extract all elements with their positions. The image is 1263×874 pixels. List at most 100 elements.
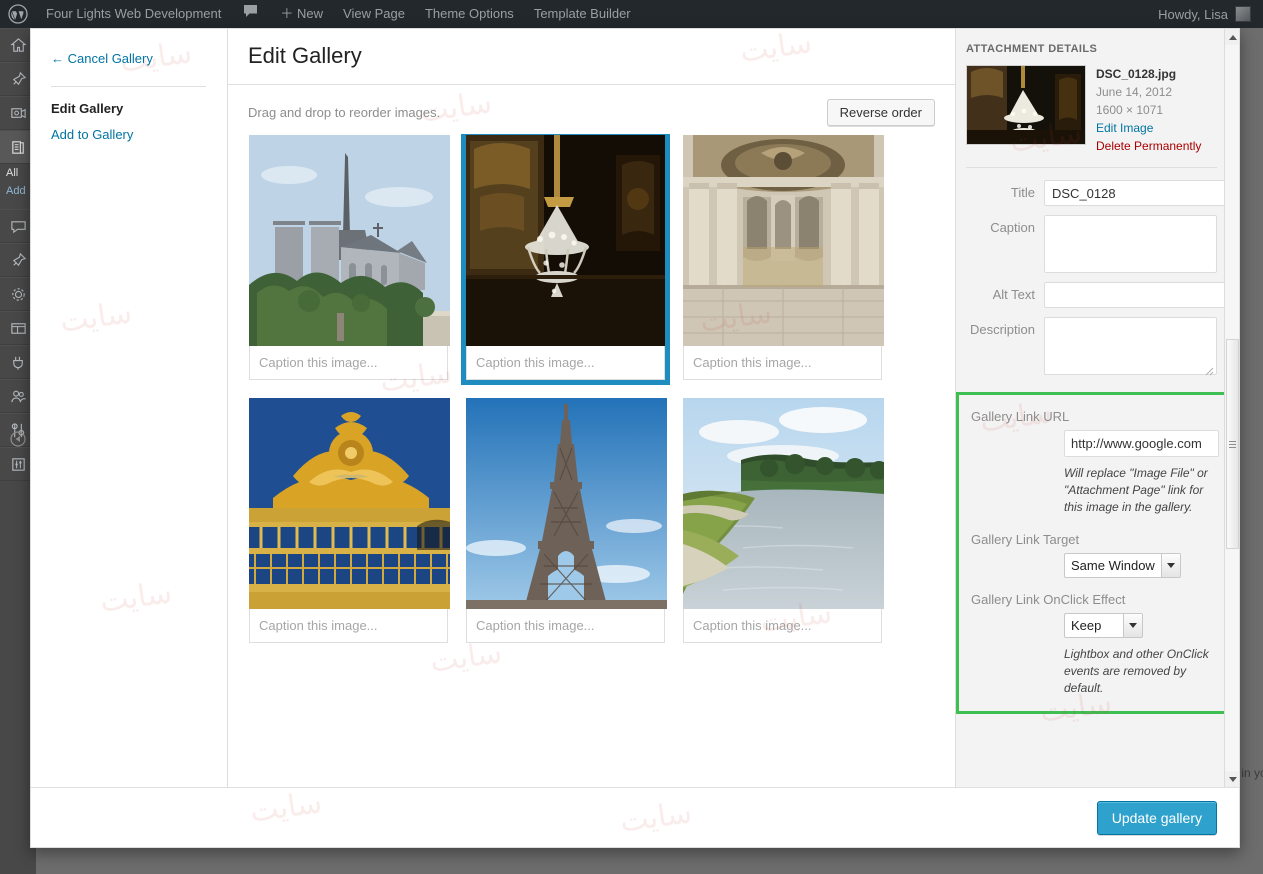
add-to-gallery-link[interactable]: Add to Gallery [51, 127, 227, 142]
gallery-item-versailles-chandelier[interactable]: Caption this image... [465, 134, 666, 381]
description-textarea[interactable] [1044, 317, 1217, 375]
users-icon [10, 388, 27, 405]
title-field-row: Title [966, 180, 1217, 206]
adminbar-new-button[interactable]: ＋ New [270, 0, 333, 28]
gallery-link-options-highlight: Gallery Link URL Will replace "Image Fil… [956, 392, 1239, 714]
admin-bar: Four Lights Web Development ＋ New View P… [0, 0, 1263, 28]
scrollbar-thumb[interactable] [1226, 339, 1239, 549]
scrollbar-grip-icon [1229, 439, 1236, 450]
thumbnail-image [683, 398, 884, 609]
gallery-item-eiffel-tower[interactable]: Caption this image... [465, 397, 666, 644]
modal-footer: Update gallery [31, 787, 1239, 847]
pin-icon [10, 252, 27, 269]
gallery-link-onclick-select[interactable]: Keep [1064, 613, 1143, 638]
gallery-item-notre-dame-cathedral[interactable]: Caption this image... [248, 134, 449, 381]
caption-textarea[interactable] [1044, 215, 1217, 273]
gallery-link-url-row [969, 430, 1214, 457]
caption-input[interactable]: Caption this image... [683, 609, 882, 643]
rail-heading-edit-gallery: Edit Gallery [51, 101, 227, 116]
pin-posts-icon [10, 71, 27, 88]
caption-input[interactable]: Caption this image... [249, 346, 448, 380]
reorder-hint: Drag and drop to reorder images. [248, 105, 440, 120]
gallery-link-target-select[interactable]: Same Window [1064, 553, 1181, 578]
thumbnail-image [466, 398, 667, 609]
gallery-link-url-input[interactable] [1064, 430, 1219, 457]
modal-header: Edit Gallery [228, 29, 955, 85]
gallery-item-canal-landscape[interactable]: Caption this image... [682, 397, 883, 644]
caption-field-row: Caption [966, 215, 1217, 273]
gallery-toolbar: Drag and drop to reorder images. Reverse… [228, 85, 955, 134]
title-input[interactable] [1044, 180, 1236, 206]
plugins-plug-icon [10, 354, 27, 371]
adminbar-new-label: New [297, 6, 323, 21]
modal-main: Edit Gallery Drag and drop to reorder im… [228, 29, 955, 787]
gallery-link-onclick-label: Gallery Link OnClick Effect [971, 592, 1214, 607]
attachment-filename: DSC_0128.jpg [1096, 65, 1201, 83]
page-title: Edit Gallery [248, 43, 935, 69]
caption-input[interactable]: Caption this image... [249, 609, 448, 643]
header-divider [228, 84, 955, 85]
rail-divider [51, 86, 206, 87]
gallery-link-url-help: Will replace "Image File" or "Attachment… [969, 465, 1214, 516]
delete-permanently-link[interactable]: Delete Permanently [1096, 137, 1201, 155]
attachment-dimensions: 1600 × 1071 [1096, 101, 1201, 119]
details-divider [966, 167, 1217, 168]
attachment-details-pane: ATTACHMENT DETAILS [955, 29, 1239, 787]
edit-image-link[interactable]: Edit Image [1096, 119, 1201, 137]
alt-text-label: Alt Text [966, 282, 1044, 308]
adminbar-template-builder[interactable]: Template Builder [524, 0, 641, 28]
description-label: Description [966, 317, 1044, 343]
reverse-order-button[interactable]: Reverse order [827, 99, 935, 126]
gear-settings-icon [10, 286, 27, 303]
appearance-window-icon [10, 320, 27, 337]
caption-input[interactable]: Caption this image... [466, 346, 665, 380]
attachment-thumbnail [966, 65, 1086, 145]
adminbar-theme-options[interactable]: Theme Options [415, 0, 524, 28]
edit-gallery-modal: ✕ ← Cancel Gallery Edit Gallery Add to G… [30, 28, 1240, 848]
comment-bubble-icon[interactable] [231, 0, 270, 28]
caption-input[interactable]: Caption this image... [466, 609, 665, 643]
modal-body: ← Cancel Gallery Edit Gallery Add to Gal… [31, 29, 1239, 787]
chevron-down-icon [1161, 554, 1180, 577]
gallery-grid-scroll: Caption this image... [228, 134, 955, 787]
scroll-up-arrow-icon[interactable] [1225, 29, 1239, 45]
avatar [1235, 6, 1251, 22]
thumbnail-image [249, 398, 450, 609]
adminbar-site-name[interactable]: Four Lights Web Development [36, 0, 231, 28]
adminbar-howdy[interactable]: Howdy, Lisa [1158, 6, 1263, 22]
wordpress-logo-icon[interactable] [0, 0, 36, 28]
chevron-down-icon [1123, 614, 1142, 637]
attachment-date: June 14, 2012 [1096, 83, 1201, 101]
plus-icon: ＋ [280, 6, 293, 21]
gallery-grid: Caption this image... [248, 134, 935, 644]
media-camera-icon [10, 105, 27, 122]
attachment-details-title: ATTACHMENT DETAILS [966, 43, 1217, 55]
cancel-gallery-link[interactable]: ← Cancel Gallery [51, 51, 227, 66]
thumbnail-image [466, 135, 667, 346]
gallery-link-onclick-value: Keep [1065, 614, 1123, 637]
thumbnail-image [683, 135, 884, 346]
alt-text-input[interactable] [1044, 282, 1236, 308]
details-scrollbar[interactable] [1224, 29, 1239, 787]
description-field-row: Description [966, 317, 1217, 375]
howdy-label: Howdy, Lisa [1158, 7, 1228, 22]
settings-sliders-icon [10, 456, 27, 473]
pages-book-icon [10, 139, 27, 156]
caption-label: Caption [966, 215, 1044, 241]
thumbnail-image [249, 135, 450, 346]
comments-bubble-icon [10, 218, 27, 235]
gallery-link-onclick-help: Lightbox and other OnClick events are re… [969, 646, 1214, 697]
dashboard-home-icon [10, 37, 27, 54]
gallery-link-target-value: Same Window [1065, 554, 1161, 577]
adminbar-view-page[interactable]: View Page [333, 0, 415, 28]
gallery-link-target-row: Same Window [969, 553, 1214, 578]
gallery-link-url-label: Gallery Link URL [971, 409, 1214, 424]
scroll-down-arrow-icon[interactable] [1225, 771, 1239, 787]
gallery-link-onclick-row: Keep [969, 613, 1214, 638]
update-gallery-button[interactable]: Update gallery [1097, 801, 1217, 835]
attachment-meta: DSC_0128.jpg June 14, 2012 1600 × 1071 E… [1096, 65, 1201, 155]
gallery-item-gilded-gate[interactable]: Caption this image... [248, 397, 449, 644]
alt-text-field-row: Alt Text [966, 282, 1217, 308]
gallery-item-chapel-interior[interactable]: Caption this image... [682, 134, 883, 381]
caption-input[interactable]: Caption this image... [683, 346, 882, 380]
